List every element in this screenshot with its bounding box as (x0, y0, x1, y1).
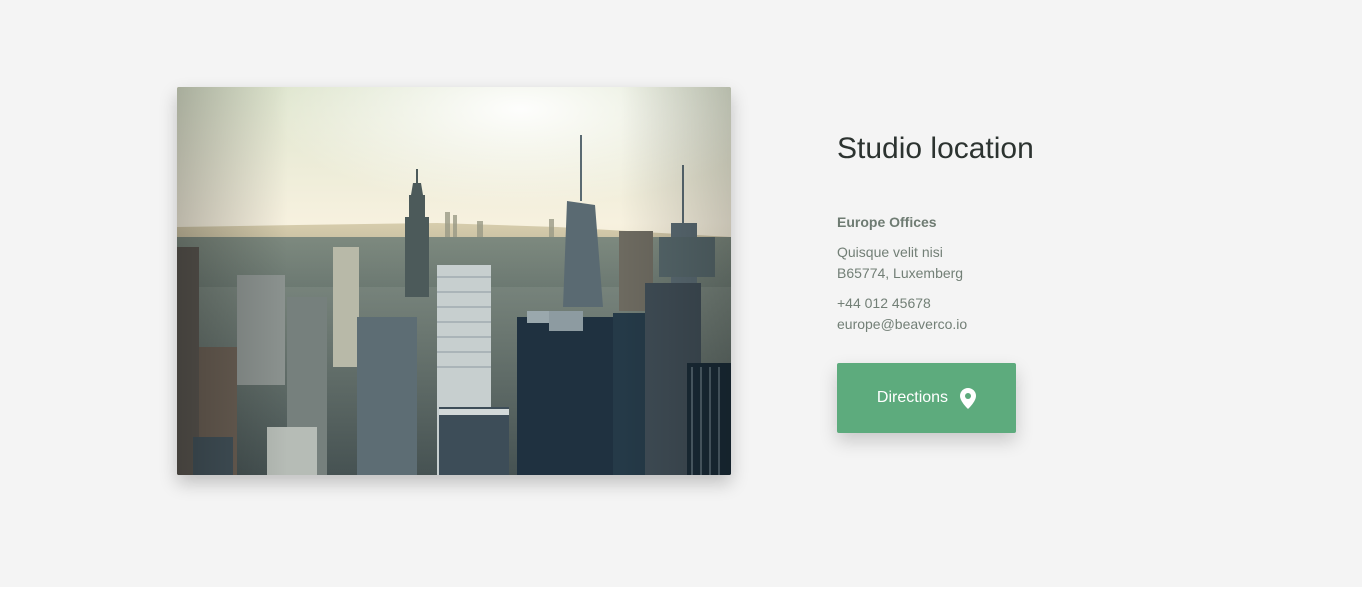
section-title: Studio location (837, 132, 1034, 165)
office-address: Quisque velit nisi B65774, Luxemberg (837, 242, 1237, 284)
email-address: europe@beaverco.io (837, 316, 968, 332)
phone-number: +44 012 45678 (837, 295, 931, 311)
directions-label: Directions (876, 389, 949, 406)
location-info: Studio location Europe Offices Quisque v… (837, 130, 1237, 433)
map-pin-icon (960, 387, 977, 409)
address-line-2: B65774, Luxemberg (837, 265, 964, 281)
city-skyline-photo (177, 87, 731, 475)
office-name: Europe Offices (837, 214, 937, 230)
office-contact: +44 012 45678 europe@beaverco.io (837, 293, 1237, 335)
studio-location-section: Studio location Europe Offices Quisque v… (0, 0, 1362, 589)
directions-button[interactable]: Directions (837, 363, 1016, 433)
address-line-1: Quisque velit nisi (837, 244, 943, 260)
